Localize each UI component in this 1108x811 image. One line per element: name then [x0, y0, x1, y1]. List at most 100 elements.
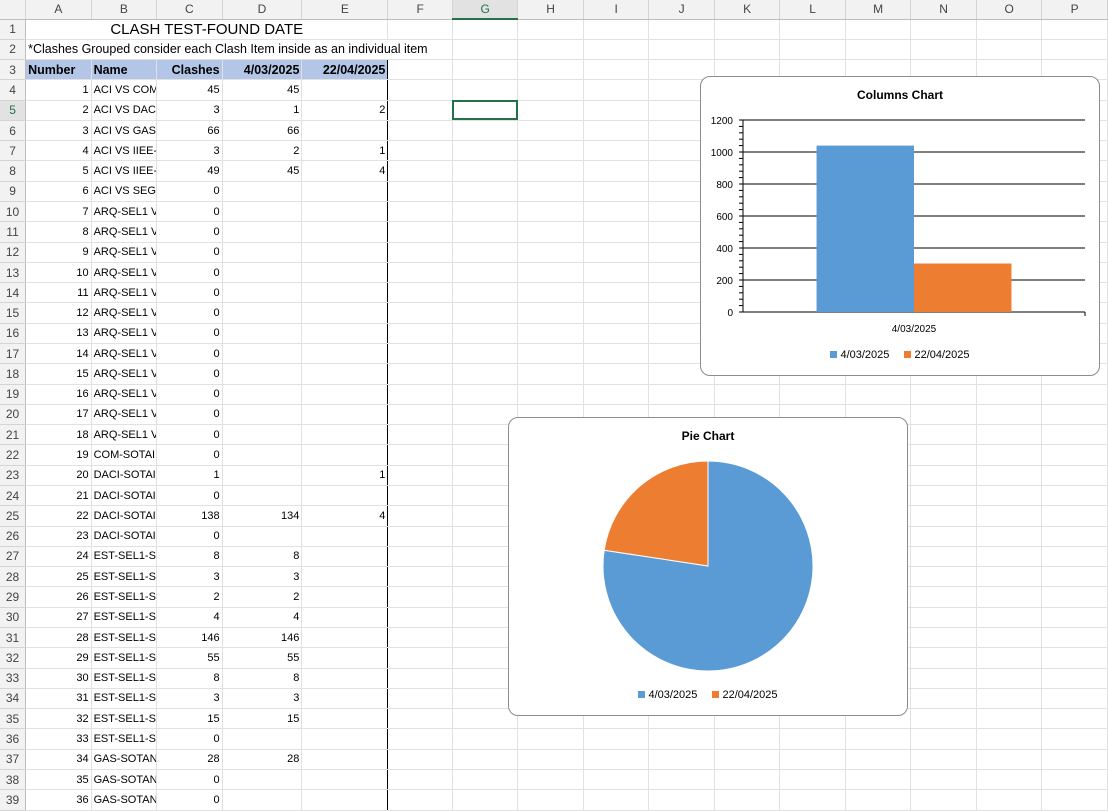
cell-date-2[interactable] — [301, 79, 389, 101]
cell-date-2[interactable] — [301, 566, 389, 588]
row-header[interactable]: 18 — [0, 363, 27, 385]
cell-o25[interactable] — [976, 505, 1043, 527]
cell-i9[interactable] — [583, 181, 650, 203]
cell-l38[interactable] — [779, 769, 846, 791]
cell-name[interactable]: DACI-SOTAI — [91, 505, 158, 527]
cell-date-1[interactable]: 2 — [222, 586, 303, 608]
cell-date-1[interactable]: 28 — [222, 749, 303, 770]
cell-name[interactable]: ACI VS DACI — [91, 100, 158, 121]
column-header-o[interactable]: O — [976, 0, 1043, 20]
cell-n1[interactable] — [910, 19, 977, 40]
cell-date-2[interactable] — [301, 586, 389, 608]
column-header-f[interactable]: F — [387, 0, 453, 20]
cell-f39[interactable] — [387, 789, 453, 811]
cell-date-2[interactable] — [301, 728, 389, 750]
cell-date-1[interactable]: 3 — [222, 566, 303, 588]
cell-date-2[interactable] — [301, 708, 389, 730]
cell-i14[interactable] — [583, 282, 650, 304]
cell-date-2[interactable] — [301, 526, 389, 547]
cell-name[interactable]: EST-SEL1-SC — [91, 586, 158, 608]
cell-number[interactable]: 35 — [25, 769, 92, 791]
columns-chart[interactable]: Columns Chart 0 200 400 600 800 1000 1200 4/03/… — [700, 76, 1100, 376]
cell-n34[interactable] — [910, 688, 977, 710]
cell-l37[interactable] — [779, 749, 846, 770]
cell-date-2[interactable] — [301, 384, 389, 405]
cell-number[interactable]: 15 — [25, 363, 92, 385]
cell-o35[interactable] — [976, 708, 1043, 730]
row-header[interactable]: 16 — [0, 323, 27, 345]
row-header[interactable]: 4 — [0, 79, 27, 101]
cell-n26[interactable] — [910, 526, 977, 547]
cell-clashes[interactable]: 0 — [156, 728, 223, 750]
cell-number[interactable]: 2 — [25, 100, 92, 121]
cell-g35[interactable] — [452, 708, 519, 730]
cell-date-2[interactable] — [301, 120, 389, 142]
cell-date-1[interactable]: 1 — [222, 100, 303, 121]
cell-k38[interactable] — [714, 769, 781, 791]
sheet-note[interactable]: *Clashes Grouped consider each Clash Ite… — [25, 39, 453, 61]
cell-f25[interactable] — [387, 505, 453, 527]
cell-date-1[interactable] — [222, 343, 303, 365]
cell-f33[interactable] — [387, 668, 453, 689]
cell-name[interactable]: GAS-SOTAN — [91, 749, 158, 770]
cell-clashes[interactable]: 0 — [156, 485, 223, 507]
cell-f8[interactable] — [387, 160, 453, 182]
row-header[interactable]: 26 — [0, 526, 27, 547]
cell-date-1[interactable] — [222, 302, 303, 324]
cell-f1[interactable] — [387, 19, 453, 40]
cell-m39[interactable] — [845, 789, 912, 811]
sheet-title[interactable]: CLASH TEST-FOUND DATE — [25, 19, 389, 40]
column-header-e[interactable]: E — [301, 0, 389, 20]
cell-clashes[interactable]: 3 — [156, 140, 223, 162]
row-header[interactable]: 12 — [0, 242, 27, 263]
row-header[interactable]: 3 — [0, 59, 27, 81]
cell-i7[interactable] — [583, 140, 650, 162]
cell-g6[interactable] — [452, 120, 519, 142]
cell-p2[interactable] — [1041, 39, 1108, 61]
cell-p20[interactable] — [1041, 404, 1108, 426]
column-header-k[interactable]: K — [714, 0, 781, 20]
cell-f35[interactable] — [387, 708, 453, 730]
cell-g5[interactable] — [452, 100, 519, 121]
cell-date-1[interactable] — [222, 242, 303, 263]
cell-name[interactable]: ACI VS IIEE- — [91, 140, 158, 162]
cell-clashes[interactable]: 0 — [156, 221, 223, 243]
row-header[interactable]: 25 — [0, 505, 27, 527]
cell-i3[interactable] — [583, 59, 650, 81]
cell-f19[interactable] — [387, 384, 453, 405]
cell-n21[interactable] — [910, 424, 977, 446]
column-header-h[interactable]: H — [517, 0, 584, 20]
cell-n37[interactable] — [910, 749, 977, 770]
column-header-p[interactable]: P — [1041, 0, 1108, 20]
cell-name[interactable]: ACI VS SEG- — [91, 181, 158, 203]
header-name[interactable]: Name — [91, 59, 158, 81]
header-clashes[interactable]: Clashes — [156, 59, 223, 81]
cell-n30[interactable] — [910, 607, 977, 628]
cell-date-1[interactable] — [222, 424, 303, 446]
cell-date-2[interactable] — [301, 323, 389, 345]
cell-f5[interactable] — [387, 100, 453, 121]
cell-i5[interactable] — [583, 100, 650, 121]
cell-g11[interactable] — [452, 221, 519, 243]
cell-i1[interactable] — [583, 19, 650, 40]
row-header[interactable]: 21 — [0, 424, 27, 446]
cell-g17[interactable] — [452, 343, 519, 365]
cell-h6[interactable] — [517, 120, 584, 142]
column-header-n[interactable]: N — [910, 0, 977, 20]
cell-date-1[interactable]: 4 — [222, 607, 303, 628]
cell-f11[interactable] — [387, 221, 453, 243]
cell-date-1[interactable] — [222, 789, 303, 811]
cell-g16[interactable] — [452, 323, 519, 345]
cell-date-1[interactable]: 66 — [222, 120, 303, 142]
cell-p36[interactable] — [1041, 728, 1108, 750]
row-header[interactable]: 2 — [0, 39, 27, 61]
cell-date-2[interactable] — [301, 749, 389, 770]
cell-date-2[interactable] — [301, 444, 389, 466]
cell-number[interactable]: 1 — [25, 79, 92, 101]
cell-l1[interactable] — [779, 19, 846, 40]
column-header-j[interactable]: J — [648, 0, 715, 20]
cell-clashes[interactable]: 0 — [156, 201, 223, 223]
cell-name[interactable]: EST-SEL1-SC — [91, 668, 158, 689]
cell-name[interactable]: ARQ-SEL1 V — [91, 262, 158, 284]
cell-n39[interactable] — [910, 789, 977, 811]
